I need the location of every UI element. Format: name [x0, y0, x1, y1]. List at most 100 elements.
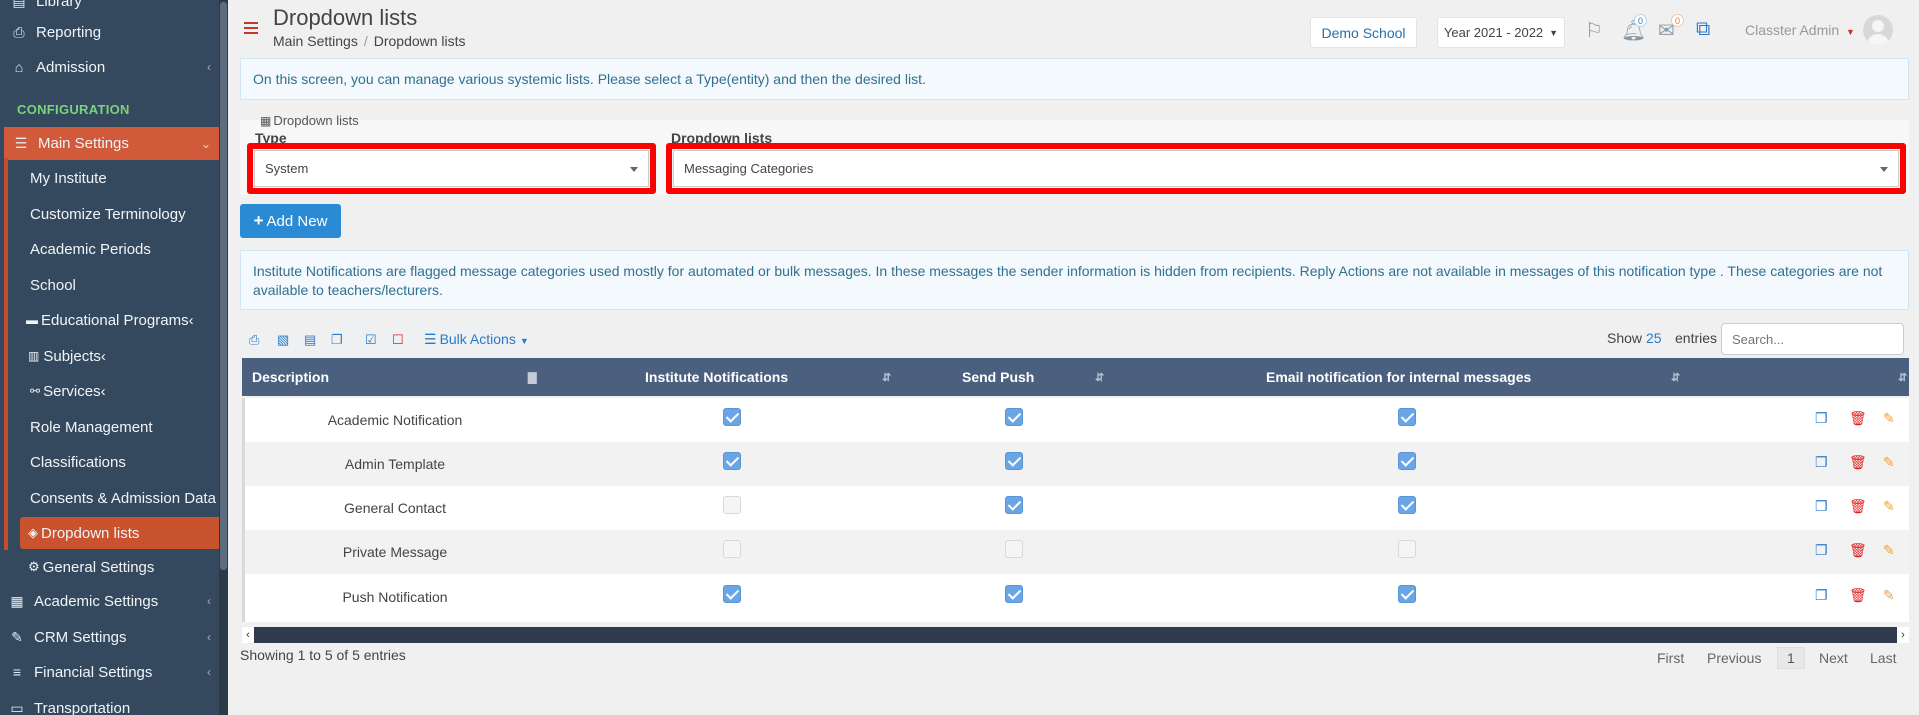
sidebar-item-my-institute[interactable]: My Institute [8, 162, 219, 194]
table-row: Push Notification ❐ 🗑︎ ✎ [245, 575, 1909, 619]
pager-first[interactable]: First [1657, 650, 1684, 666]
sort-icon[interactable]: ⇵ [1671, 371, 1680, 384]
sidebar-item-services[interactable]: ⚯ Services ‹ [8, 375, 219, 407]
table-horizontal-scrollbar[interactable]: ‹ › [242, 627, 1909, 643]
dropdown-list-select[interactable]: Messaging Categories [673, 150, 1899, 187]
sidebar-item-role-management[interactable]: Role Management [8, 411, 219, 443]
sidebar-item-reporting[interactable]: ⎙ Reporting [0, 17, 219, 47]
checkbox-send-push[interactable] [1005, 540, 1023, 558]
school-selector[interactable]: Demo School [1310, 17, 1417, 48]
checkbox-send-push[interactable] [1005, 496, 1023, 514]
hamburger-icon[interactable] [244, 22, 258, 37]
sidebar-item-dropdown-lists[interactable]: ◈ Dropdown lists [20, 517, 227, 549]
page-size-select[interactable]: 25 [1646, 330, 1662, 346]
sidebar-item-crm-settings[interactable]: ✎ CRM Settings ‹ [0, 622, 219, 652]
checkbox-email-notification[interactable] [1398, 540, 1416, 558]
flag-icon[interactable]: ⚐ [1585, 18, 1603, 43]
trash-icon[interactable]: 🗑︎ [1849, 454, 1867, 471]
pencil-icon[interactable]: ✎ [1883, 587, 1895, 604]
sidebar-item-general-settings[interactable]: ⚙ General Settings [8, 551, 219, 583]
crm-icon: ✎ [11, 628, 23, 645]
pager-next[interactable]: Next [1819, 650, 1848, 666]
breadcrumb-main-settings[interactable]: Main Settings [273, 33, 358, 49]
avatar[interactable] [1863, 15, 1893, 45]
checkbox-institute-notifications[interactable] [723, 496, 741, 514]
sidebar-item-library[interactable]: ▤ Library [0, 0, 219, 16]
year-selector[interactable]: Year 2021 - 2022 ▼ [1437, 17, 1565, 48]
sidebar-item-school[interactable]: School [8, 269, 219, 301]
sidebar-item-classifications[interactable]: Classifications [8, 446, 219, 478]
copy-icon[interactable]: ❐ [331, 332, 343, 348]
layers-plus-icon[interactable]: ⧉ [1696, 18, 1710, 41]
check-all-icon[interactable]: ☑ [365, 332, 377, 348]
chevron-left-icon[interactable]: ‹ [242, 627, 254, 643]
services-icon: ⚯ [30, 384, 41, 398]
trash-icon[interactable]: 🗑︎ [1849, 410, 1867, 427]
sidebar-item-academic-periods[interactable]: Academic Periods [8, 233, 219, 265]
trash-icon[interactable]: 🗑︎ [1849, 542, 1867, 559]
checkbox-institute-notifications[interactable] [723, 408, 741, 426]
sidebar-scroll-thumb[interactable] [220, 2, 227, 570]
column-send-push[interactable]: Send Push [962, 369, 1034, 385]
sidebar-item-consents[interactable]: Consents & Admission Data [8, 482, 219, 514]
sidebar-item-admission[interactable]: ⌂ Admission ‹ [0, 52, 219, 82]
pdf-icon[interactable]: ▤ [304, 332, 316, 348]
chevron-left-icon: ‹ [207, 630, 211, 644]
pencil-icon[interactable]: ✎ [1883, 542, 1895, 559]
sidebar-item-subjects[interactable]: ▥ Subjects ‹ [8, 340, 219, 372]
sort-icon[interactable]: ⇵ [1095, 371, 1104, 384]
checkbox-email-notification[interactable] [1398, 452, 1416, 470]
sidebar-scrollbar[interactable] [219, 0, 228, 715]
pager-last[interactable]: Last [1870, 650, 1896, 666]
checkbox-institute-notifications[interactable] [723, 585, 741, 603]
trash-icon[interactable]: 🗑︎ [1849, 498, 1867, 515]
excel-icon[interactable]: ▧ [277, 332, 289, 348]
pencil-icon[interactable]: ✎ [1883, 454, 1895, 471]
sort-icon[interactable]: ⇵ [1898, 371, 1907, 384]
column-email-notification[interactable]: Email notification for internal messages [1266, 369, 1531, 385]
checkbox-send-push[interactable] [1005, 408, 1023, 426]
pager-previous[interactable]: Previous [1707, 650, 1761, 666]
checkbox-institute-notifications[interactable] [723, 540, 741, 558]
checkbox-institute-notifications[interactable] [723, 452, 741, 470]
bulk-actions-button[interactable]: ☰ Bulk Actions ▼ [424, 331, 529, 348]
type-select[interactable]: System [254, 150, 649, 187]
sort-icon[interactable]: ▇ [528, 371, 536, 384]
search-input[interactable] [1721, 323, 1904, 355]
pencil-icon[interactable]: ✎ [1883, 498, 1895, 515]
sidebar-item-financial-settings[interactable]: ≡ Financial Settings ‹ [0, 657, 219, 687]
checkbox-email-notification[interactable] [1398, 585, 1416, 603]
sidebar-item-transportation[interactable]: ▭ Transportation [0, 693, 219, 715]
checkbox-email-notification[interactable] [1398, 408, 1416, 426]
column-description[interactable]: Description [252, 369, 329, 385]
sidebar-item-academic-settings[interactable]: ▦ Academic Settings ‹ [0, 586, 219, 616]
copy-icon[interactable]: ❐ [1815, 454, 1828, 471]
column-institute-notifications[interactable]: Institute Notifications [645, 369, 788, 385]
print-icon[interactable]: ⎙ [249, 332, 259, 348]
checkbox-send-push[interactable] [1005, 585, 1023, 603]
chevron-left-icon: ‹ [100, 382, 106, 400]
checkbox-email-notification[interactable] [1398, 496, 1416, 514]
sort-icon[interactable]: ⇵ [882, 371, 891, 384]
database-icon: ≡ [12, 664, 22, 680]
chevron-right-icon[interactable]: › [1897, 627, 1909, 643]
pager-page-1[interactable]: 1 [1777, 647, 1805, 669]
list-icon: ☰ [424, 331, 437, 347]
copy-icon[interactable]: ❐ [1815, 542, 1828, 559]
pencil-icon[interactable]: ✎ [1883, 410, 1895, 427]
user-menu[interactable]: Classter Admin ▼ [1745, 22, 1855, 38]
trash-icon[interactable]: 🗑︎ [1849, 587, 1867, 604]
chevron-left-icon: ‹ [207, 60, 211, 74]
sidebar-item-main-settings[interactable]: ☰ Main Settings ⌄ [4, 127, 219, 160]
checkbox-send-push[interactable] [1005, 452, 1023, 470]
add-new-button[interactable]: + Add New [240, 204, 341, 238]
copy-icon[interactable]: ❐ [1815, 498, 1828, 515]
copy-icon[interactable]: ❐ [1815, 410, 1828, 427]
caret-down-icon: ▼ [519, 336, 529, 346]
uncheck-all-icon[interactable]: ☐ [392, 332, 404, 348]
sidebar-item-customize-terminology[interactable]: Customize Terminology [8, 198, 219, 230]
top-header: Dropdown lists Main Settings / Dropdown li… [228, 0, 1919, 55]
institution-icon: ⌂ [14, 59, 24, 75]
sidebar-item-educational-programs[interactable]: ▬ Educational Programs ‹ [8, 304, 219, 336]
copy-icon[interactable]: ❐ [1815, 587, 1828, 604]
